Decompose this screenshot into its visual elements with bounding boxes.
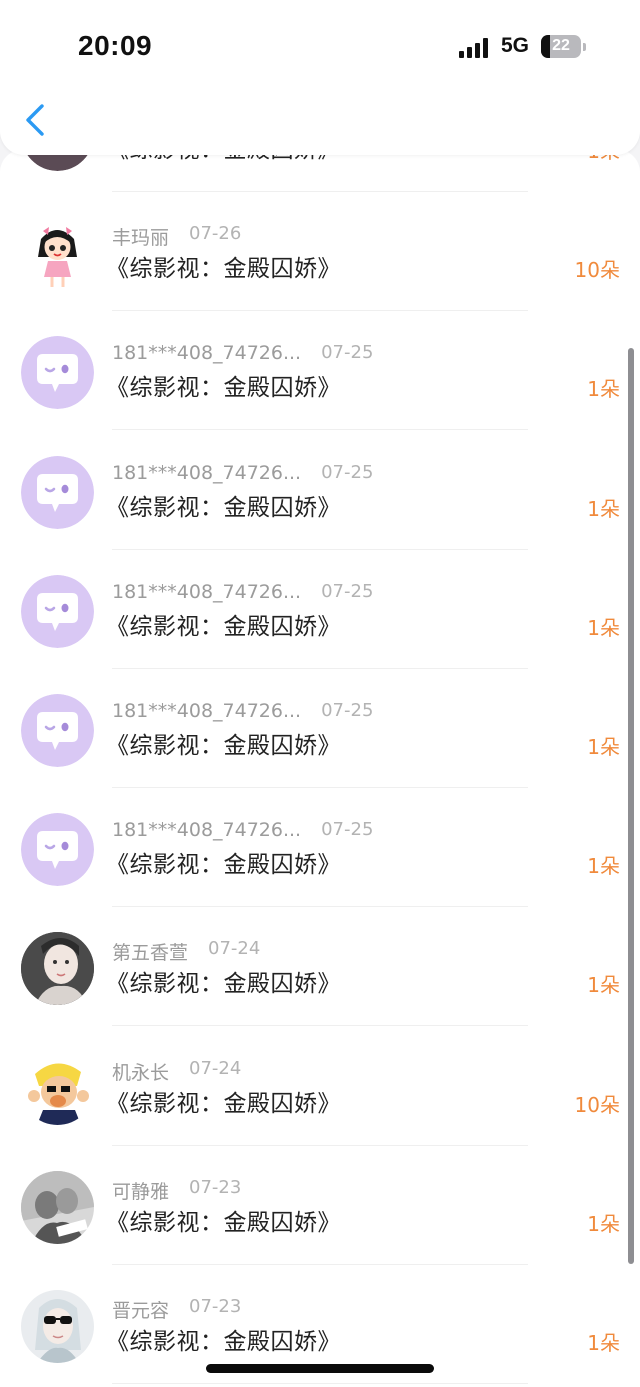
gift-date: 07-26 xyxy=(189,223,242,245)
gift-count: 1朵 xyxy=(587,973,620,998)
list-item[interactable]: 机永长 07-24 《综影视：金殿囚娇》 10朵 xyxy=(0,1027,640,1146)
list-item[interactable]: 《综影视：金殿囚娇》 1朵 xyxy=(0,150,640,192)
home-indicator[interactable] xyxy=(206,1364,434,1373)
user-name: 181***408_74726... xyxy=(112,342,302,365)
back-button[interactable] xyxy=(18,100,58,140)
book-title: 《综影视：金殿囚娇》 xyxy=(106,852,341,879)
gift-date: 07-25 xyxy=(321,461,374,483)
book-title: 《综影视：金殿囚娇》 xyxy=(106,1329,341,1355)
avatar-default-bubble[interactable] xyxy=(21,694,94,767)
avatar-photo-couple[interactable] xyxy=(21,1170,94,1244)
book-title: 《综影视：金殿囚娇》 xyxy=(106,375,341,402)
book-title: 《综影视：金殿囚娇》 xyxy=(106,733,341,759)
gift-count: 1朵 xyxy=(587,735,620,759)
user-name: 第五香萱 xyxy=(112,942,189,965)
gift-date: 07-25 xyxy=(321,700,374,721)
avatar-default-bubble[interactable] xyxy=(21,336,94,410)
network-type: 5G xyxy=(501,34,530,57)
battery-icon: 22 xyxy=(541,35,581,58)
list-item[interactable]: 丰玛丽 07-26 《综影视：金殿囚娇》 10朵 xyxy=(0,192,640,312)
gift-count: 1朵 xyxy=(587,1211,620,1236)
battery-level: 22 xyxy=(552,37,570,54)
list-item[interactable]: 可静雅 07-23 《综影视：金殿囚娇》 1朵 xyxy=(0,1146,640,1265)
book-title: 《综影视：金殿囚娇》 xyxy=(106,613,341,640)
avatar-default-bubble[interactable] xyxy=(21,813,94,887)
user-name: 181***408_74726... xyxy=(112,580,302,603)
battery-cap xyxy=(583,43,586,51)
gift-date: 07-24 xyxy=(189,1057,242,1079)
avatar-photo-woman[interactable] xyxy=(21,932,94,1006)
gift-date: 07-23 xyxy=(189,1176,242,1198)
chevron-left-icon xyxy=(26,104,44,136)
book-title: 《综影视：金殿囚娇》 xyxy=(106,494,341,521)
gift-list[interactable]: 《综影视：金殿囚娇》 1朵 丰玛丽 07-26 《综影视：金殿囚娇》 10朵 181***4… xyxy=(0,150,640,1387)
user-name: 181***408_74726... xyxy=(112,700,302,722)
status-time: 20:09 xyxy=(78,30,153,61)
scrollbar[interactable] xyxy=(628,348,634,1264)
user-name: 晋元容 xyxy=(112,1300,170,1322)
gift-count: 10朵 xyxy=(574,1092,620,1117)
gift-count: 1朵 xyxy=(587,1331,620,1355)
list-item[interactable]: 第五香萱 07-24 《综影视：金殿囚娇》 1朵 xyxy=(0,907,640,1027)
book-title: 《综影视：金殿囚娇》 xyxy=(106,1209,341,1236)
gift-date: 07-24 xyxy=(208,938,261,960)
list-item[interactable]: 181***408_74726... 07-25 《综影视：金殿囚娇》 1朵 xyxy=(0,669,640,788)
avatar-photo-sunglasses[interactable] xyxy=(21,1290,94,1363)
user-name: 181***408_74726... xyxy=(112,819,302,842)
user-name: 可静雅 xyxy=(112,1180,170,1203)
list-item[interactable]: 181***408_74726... 07-25 《综影视：金殿囚娇》 1朵 xyxy=(0,788,640,908)
signal-icon xyxy=(459,38,491,58)
user-name: 181***408_74726... xyxy=(112,461,302,484)
list-item[interactable]: 181***408_74726... 07-25 《综影视：金殿囚娇》 1朵 xyxy=(0,431,640,550)
list-item[interactable]: 181***408_74726... 07-25 《综影视：金殿囚娇》 1朵 xyxy=(0,311,640,431)
row-divider xyxy=(112,1383,528,1384)
avatar-cartoon-girl[interactable] xyxy=(21,217,94,291)
gift-count: 1朵 xyxy=(587,854,620,879)
user-name: 丰玛丽 xyxy=(112,227,170,250)
book-title: 《综影视：金殿囚娇》 xyxy=(106,256,341,283)
avatar-cartoon-man[interactable] xyxy=(21,1051,94,1125)
gift-date: 07-23 xyxy=(189,1296,242,1317)
gift-count: 10朵 xyxy=(574,258,620,283)
list-item[interactable]: 181***408_74726... 07-25 《综影视：金殿囚娇》 1朵 xyxy=(0,550,640,669)
gift-date: 07-25 xyxy=(321,819,374,841)
gift-date: 07-25 xyxy=(321,342,374,364)
avatar-default-bubble[interactable] xyxy=(21,574,94,648)
user-name: 机永长 xyxy=(112,1061,170,1084)
gift-count: 1朵 xyxy=(587,377,620,402)
gift-count: 1朵 xyxy=(587,496,620,521)
top-header: 20:09 5G 22 xyxy=(0,0,640,155)
gift-count: 1朵 xyxy=(587,615,620,640)
book-title: 《综影视：金殿囚娇》 xyxy=(106,1090,341,1117)
gift-date: 07-25 xyxy=(321,580,374,602)
avatar-default-bubble[interactable] xyxy=(21,455,94,529)
book-title: 《综影视：金殿囚娇》 xyxy=(106,971,341,998)
